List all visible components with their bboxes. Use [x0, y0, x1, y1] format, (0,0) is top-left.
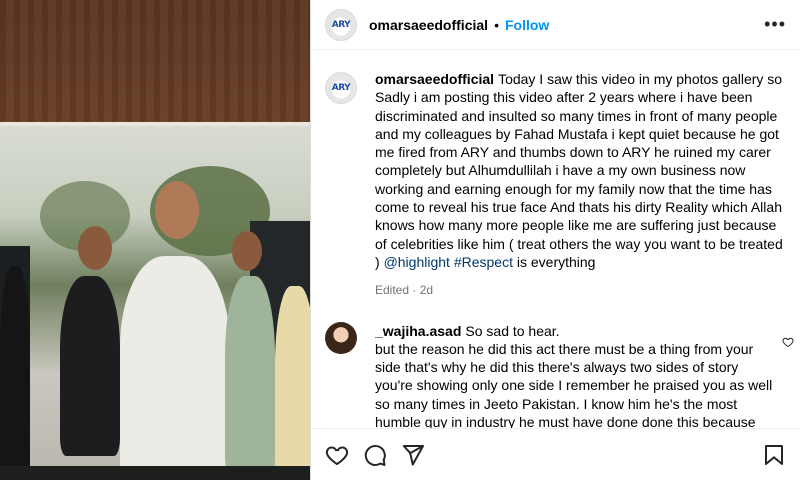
mention-link[interactable]: @highlight — [384, 254, 450, 270]
comment-text-first: So sad to hear. — [465, 322, 560, 339]
header-username[interactable]: omarsaeedofficial — [369, 17, 488, 33]
caption-username[interactable]: omarsaeedofficial — [375, 71, 494, 87]
follow-button[interactable]: Follow — [505, 17, 549, 33]
avatar[interactable]: ARY — [325, 72, 357, 104]
video-frame[interactable] — [0, 122, 310, 480]
post-meta: Edited · 2d — [375, 283, 434, 298]
more-icon[interactable]: ••• — [764, 14, 786, 35]
heart-icon[interactable] — [325, 443, 349, 467]
comments-area[interactable]: ARY omarsaeedofficial Today I saw this vi… — [311, 50, 800, 428]
post-header: ARY omarsaeedofficial • Follow ••• — [311, 0, 800, 50]
comment-like-icon[interactable] — [782, 336, 794, 348]
commenter-avatar[interactable] — [325, 321, 357, 354]
share-icon[interactable] — [401, 443, 425, 467]
comment-text-rest: but the reason he did this act there mus… — [375, 340, 773, 428]
commenter-username[interactable]: _wajiha.asad — [375, 323, 461, 339]
post-panel: ARY omarsaeedofficial • Follow ••• ARY o… — [310, 0, 800, 480]
hashtag-link[interactable]: #Respect — [454, 254, 513, 270]
separator-dot: • — [494, 16, 499, 33]
avatar-logo: ARY — [331, 19, 351, 30]
comment-icon[interactable] — [363, 443, 387, 467]
action-bar — [311, 428, 800, 480]
post-media[interactable] — [0, 0, 310, 480]
caption-text: Today I saw this video in my photos gall… — [375, 71, 783, 270]
bookmark-icon[interactable] — [762, 443, 786, 467]
post-caption: ARY omarsaeedofficial Today I saw this vi… — [325, 70, 786, 300]
caption-tail: is everything — [516, 253, 596, 270]
avatar[interactable]: ARY — [325, 8, 357, 41]
comment-item: _wajiha.asad So sad to hear. but the reas… — [325, 321, 786, 428]
